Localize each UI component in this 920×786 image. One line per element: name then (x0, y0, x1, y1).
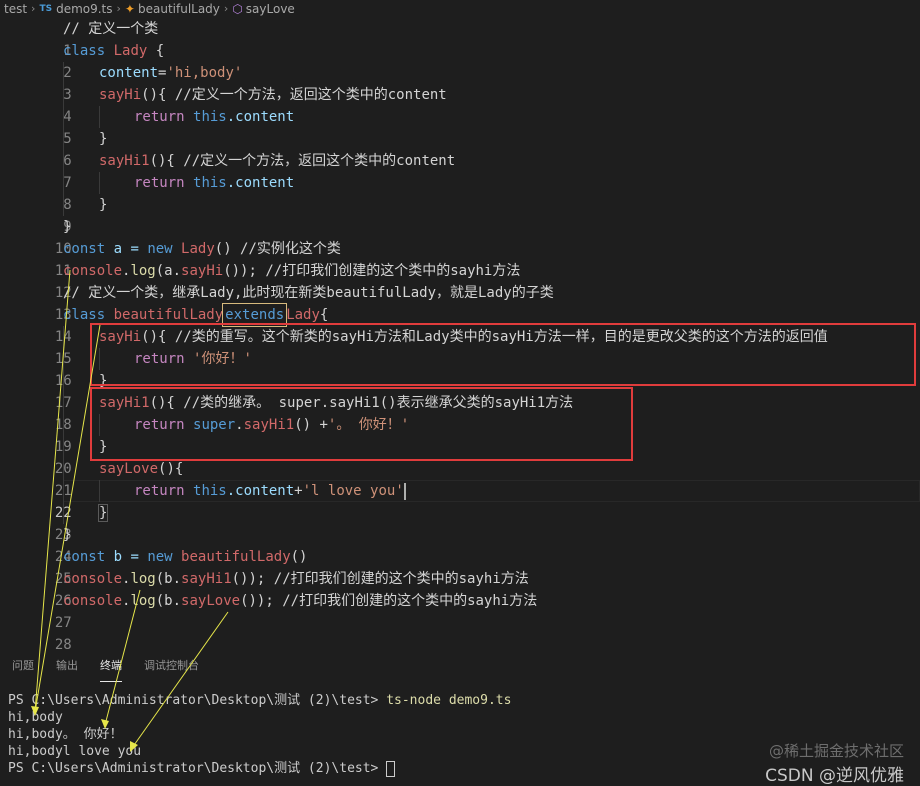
tab-debug-console[interactable]: 调试控制台 (144, 650, 199, 682)
tab-terminal[interactable]: 终端 (100, 650, 122, 682)
chevron-right-icon: › (223, 2, 229, 15)
code-line: 26 console.log(b.sayHi1()); //打印我们创建的这个类… (0, 568, 920, 609)
override-annotation-box (90, 323, 916, 386)
code-line: 28 (0, 612, 920, 653)
code-line: 7 sayHi1(){ //定义一个方法，返回这个类中的content (0, 150, 920, 191)
method-icon: ⬡ (232, 1, 243, 16)
code-line: 4 sayHi(){ //定义一个方法，返回这个类中的content (0, 84, 920, 125)
terminal-command: ts-node demo9.ts (386, 693, 512, 708)
terminal-cursor (386, 760, 396, 777)
text-cursor (403, 482, 406, 500)
terminal-prompt: PS C:\Users\Administrator\Desktop\测试 (2)… (8, 761, 387, 776)
code-line: 8 return this.content (0, 172, 920, 213)
code-line: 13 // 定义一个类，继承Lady,此时现在新类beautifulLady，就… (0, 282, 920, 323)
code-line: 9 } (0, 194, 920, 235)
code-line: 24 } (0, 524, 920, 565)
inherit-annotation-box (90, 387, 633, 461)
chevron-right-icon: › (31, 2, 36, 15)
breadcrumb-class[interactable]: ✦ beautifulLady (125, 2, 220, 16)
code-line: 23 } (0, 502, 920, 543)
code-comment: // 定义一个类 (63, 21, 159, 37)
terminal-prompt: PS C:\Users\Administrator\Desktop\测试 (2)… (8, 693, 387, 708)
watermark: @稀土掘金技术社区 CSDN @逆风优雅 (765, 740, 904, 786)
class-icon: ✦ (124, 1, 135, 16)
chevron-right-icon: › (116, 2, 121, 15)
code-line: 11 const a = new Lady() //实例化这个类 (0, 238, 920, 279)
watermark-line: CSDN @逆风优雅 (765, 766, 904, 786)
terminal-line: PS C:\Users\Administrator\Desktop\测试 (2)… (8, 692, 920, 709)
terminal-output: hi,body (8, 710, 63, 725)
breadcrumb-folder[interactable]: test (4, 2, 27, 16)
tab-problems[interactable]: 问题 (12, 650, 34, 682)
typescript-file-icon: TS (39, 3, 53, 14)
code-line: 3 content='hi,body' (0, 62, 920, 103)
code-line: 6 } (0, 128, 920, 169)
breadcrumb-method[interactable]: ⬡ sayLove (232, 2, 295, 16)
code-line: 5 return this.content (0, 106, 920, 147)
code-line-active: 22 return this.content+'l love you' (0, 480, 920, 521)
tab-output[interactable]: 输出 (56, 650, 78, 682)
code-line: 2 class Lady { (0, 40, 920, 81)
code-line: 21 sayLove(){ (0, 458, 920, 499)
breadcrumb-file[interactable]: TS demo9.ts (39, 2, 112, 16)
code-line: 1 // 定义一个类 (0, 18, 920, 59)
code-line: 27 console.log(b.sayLove()); //打印我们创建的这个… (0, 590, 920, 631)
code-line: 10 } (0, 216, 920, 257)
panel-tabs: 问题 输出 终端 调试控制台 (0, 650, 920, 682)
breadcrumb: test › TS demo9.ts › ✦ beautifulLady › ⬡… (0, 0, 920, 17)
code-line: 25 const b = new beautifulLady() (0, 546, 920, 587)
code-editor[interactable]: 1 // 定义一个类 2 class Lady { 3 content='hi,… (0, 18, 920, 653)
watermark-line: @稀土掘金技术社区 (768, 742, 904, 760)
code-line: 12 console.log(a.sayHi()); //打印我们创建的这个类中… (0, 260, 920, 301)
